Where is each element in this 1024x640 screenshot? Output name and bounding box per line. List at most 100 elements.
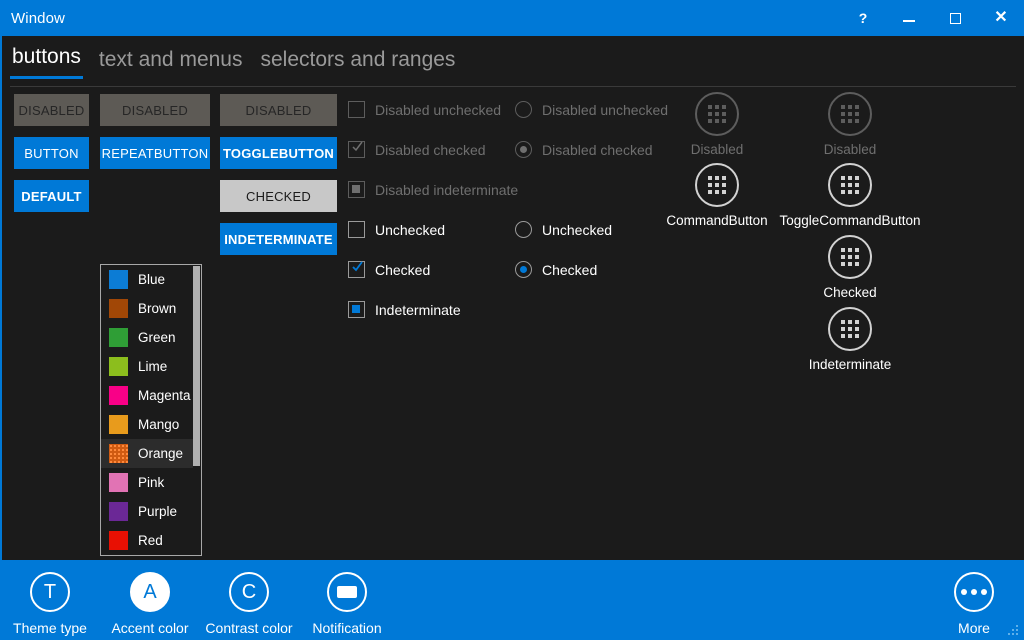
commandbutton[interactable]: CommandButton xyxy=(662,163,772,228)
togglecommandbutton-checked[interactable]: Checked xyxy=(795,235,905,300)
button-default[interactable]: DEFAULT xyxy=(14,180,89,212)
color-item-red[interactable]: Red xyxy=(101,526,195,555)
checkbox-box xyxy=(348,181,365,198)
color-swatch xyxy=(109,270,128,289)
contrast-color-icon: C xyxy=(229,572,269,612)
color-label: Lime xyxy=(138,359,167,374)
color-item-lime[interactable]: Lime xyxy=(101,352,195,381)
togglecommandbutton[interactable]: ToggleCommandButton xyxy=(795,163,905,228)
dots-grid-icon xyxy=(708,176,726,194)
dropdown-scrollbar[interactable] xyxy=(193,266,200,556)
checkbox-label: Disabled checked xyxy=(375,142,486,158)
color-label: Purple xyxy=(138,504,177,519)
color-label: Pink xyxy=(138,475,164,490)
dropdown-scrollbar-thumb[interactable] xyxy=(193,266,200,466)
ellipsis-icon xyxy=(961,589,987,595)
tab-text-and-menus[interactable]: text and menus xyxy=(97,47,245,79)
theme-type-icon: T xyxy=(30,572,70,612)
close-button[interactable]: ✕ xyxy=(978,0,1024,36)
togglecommandbutton-indeterminate[interactable]: Indeterminate xyxy=(795,307,905,372)
accent-color-dropdown[interactable]: Blue Brown Green Lime Magenta Mango xyxy=(100,264,202,556)
command-label: Disabled xyxy=(824,142,877,157)
button-default-action[interactable]: BUTTON xyxy=(14,137,89,169)
color-label: Blue xyxy=(138,272,165,287)
color-item-mango[interactable]: Mango xyxy=(101,410,195,439)
checkbox-box xyxy=(348,221,365,238)
tab-strip: buttons text and menus selectors and ran… xyxy=(0,36,1024,88)
title-bar: Window ? ✕ xyxy=(0,0,1024,36)
command-circle xyxy=(828,307,872,351)
togglebutton[interactable]: TOGGLEBUTTON xyxy=(220,137,337,169)
color-label: Red xyxy=(138,533,163,548)
checkbox-label: Unchecked xyxy=(375,222,445,238)
color-swatch xyxy=(109,415,128,434)
dots-grid-icon xyxy=(841,176,859,194)
radio-checked[interactable]: Checked xyxy=(515,261,597,278)
maximize-button[interactable] xyxy=(932,0,978,36)
radio-disabled-unchecked: Disabled unchecked xyxy=(515,101,668,118)
color-swatch xyxy=(109,357,128,376)
repeatbutton-disabled: DISABLED xyxy=(100,94,210,126)
appbar-item-accent-color[interactable]: A Accent color xyxy=(100,572,200,636)
togglebutton-disabled: DISABLED xyxy=(220,94,337,126)
color-item-purple[interactable]: Purple xyxy=(101,497,195,526)
checkbox-disabled-indeterminate: Disabled indeterminate xyxy=(348,181,518,198)
help-button[interactable]: ? xyxy=(840,0,886,36)
color-item-orange[interactable]: Orange xyxy=(101,439,195,468)
dots-grid-icon xyxy=(841,320,859,338)
togglebutton-indeterminate[interactable]: INDETERMINATE xyxy=(220,223,337,255)
checkbox-box xyxy=(348,101,365,118)
appbar-label: Theme type xyxy=(13,620,87,636)
radio-circle xyxy=(515,221,532,238)
dots-grid-icon xyxy=(841,105,859,123)
appbar-item-notification[interactable]: Notification xyxy=(297,572,397,636)
radio-label: Disabled checked xyxy=(542,142,653,158)
close-icon: ✕ xyxy=(994,10,1007,26)
checkbox-box xyxy=(348,261,365,278)
checkbox-label: Disabled indeterminate xyxy=(375,182,518,198)
color-item-magenta[interactable]: Magenta xyxy=(101,381,195,410)
radio-dot-icon xyxy=(520,146,527,153)
command-circle xyxy=(828,163,872,207)
resize-grip[interactable] xyxy=(1006,623,1020,637)
window-title: Window xyxy=(11,10,65,27)
appbar-label: Accent color xyxy=(111,620,188,636)
color-swatch xyxy=(109,299,128,318)
tab-buttons[interactable]: buttons xyxy=(10,44,83,79)
check-icon xyxy=(351,260,362,271)
color-item-blue[interactable]: Blue xyxy=(101,265,195,294)
command-circle xyxy=(828,235,872,279)
indeterminate-icon xyxy=(352,185,360,193)
radio-dot-icon xyxy=(520,266,527,273)
repeatbutton[interactable]: REPEATBUTTON xyxy=(100,137,210,169)
tab-selectors-and-ranges[interactable]: selectors and ranges xyxy=(258,47,457,79)
togglebutton-checked[interactable]: CHECKED xyxy=(220,180,337,212)
app-bar: T Theme type A Accent color C Contrast c… xyxy=(0,560,1024,640)
color-item-green[interactable]: Green xyxy=(101,323,195,352)
command-label: Disabled xyxy=(691,142,744,157)
command-label: CommandButton xyxy=(666,213,767,228)
color-swatch xyxy=(109,473,128,492)
accent-color-list: Blue Brown Green Lime Magenta Mango xyxy=(101,265,195,555)
color-item-brown[interactable]: Brown xyxy=(101,294,195,323)
checkbox-unchecked[interactable]: Unchecked xyxy=(348,221,445,238)
color-swatch xyxy=(109,502,128,521)
accent-color-icon: A xyxy=(130,572,170,612)
appbar-label: More xyxy=(958,620,990,636)
checkbox-indeterminate[interactable]: Indeterminate xyxy=(348,301,461,318)
commandbutton-disabled: Disabled xyxy=(662,92,772,157)
appbar-item-contrast-color[interactable]: C Contrast color xyxy=(199,572,299,636)
color-swatch xyxy=(109,531,128,550)
color-item-pink[interactable]: Pink xyxy=(101,468,195,497)
minimize-button[interactable] xyxy=(886,0,932,36)
radio-circle xyxy=(515,141,532,158)
color-label: Orange xyxy=(138,446,183,461)
color-swatch xyxy=(109,328,128,347)
command-circle xyxy=(695,163,739,207)
radio-unchecked[interactable]: Unchecked xyxy=(515,221,612,238)
maximize-icon xyxy=(950,13,961,24)
checkbox-checked[interactable]: Checked xyxy=(348,261,430,278)
appbar-item-theme-type[interactable]: T Theme type xyxy=(0,572,100,636)
checkbox-box xyxy=(348,141,365,158)
tab-list: buttons text and menus selectors and ran… xyxy=(10,44,457,79)
